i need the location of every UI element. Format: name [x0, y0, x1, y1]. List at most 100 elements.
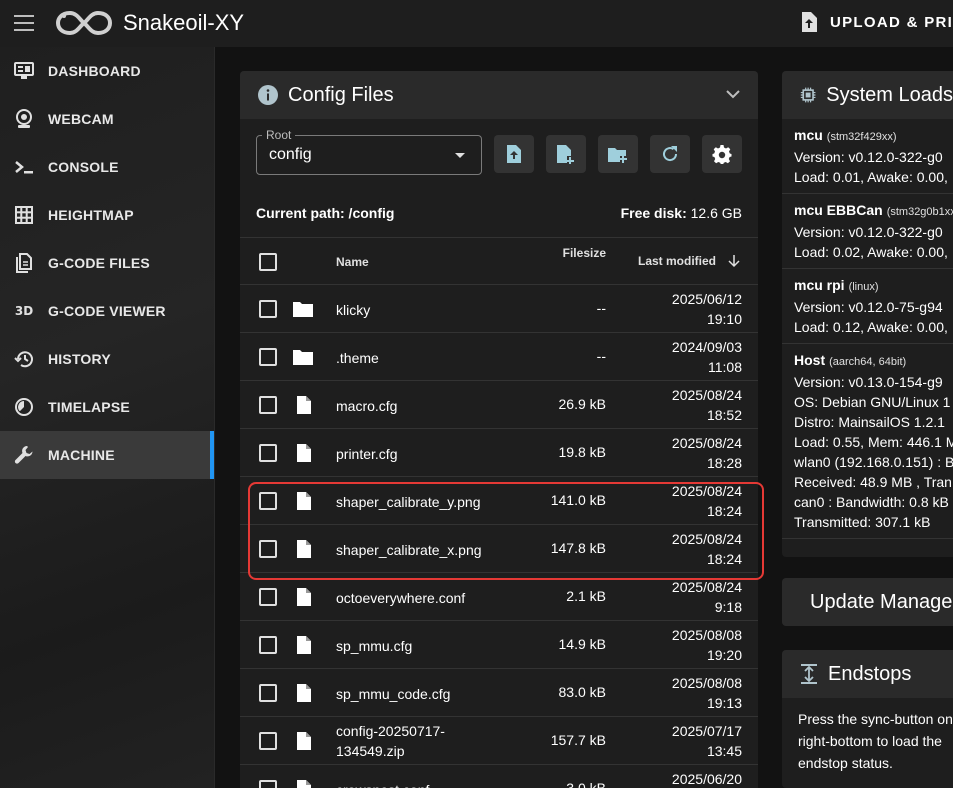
- file-name[interactable]: macro.cfg: [336, 396, 526, 416]
- row-checkbox[interactable]: [259, 780, 277, 788]
- mcu-info-line: Version: v0.12.0-322-g0: [794, 149, 943, 165]
- file-name[interactable]: klicky: [336, 300, 526, 320]
- modified-date: 2024/09/03: [671, 339, 742, 355]
- row-checkbox[interactable]: [259, 396, 277, 414]
- file-size: 3.0 kB: [566, 780, 606, 788]
- sidebar-item-machine[interactable]: MACHINE: [0, 431, 214, 479]
- file-name[interactable]: shaper_calibrate_x.png: [336, 540, 526, 560]
- mcu-info-line: Received: 48.9 MB , Tran: [794, 474, 952, 490]
- settings-button[interactable]: [702, 135, 742, 173]
- table-row[interactable]: macro.cfg 26.9 kB 2025/08/24 18:52: [240, 381, 758, 429]
- config-files-header[interactable]: Config Files: [240, 71, 758, 119]
- mcu-info-line: Load: 0.02, Awake: 0.00,: [794, 244, 948, 260]
- menu-icon[interactable]: [14, 15, 34, 31]
- file-name-line: sp_mmu_code.cfg: [336, 686, 451, 702]
- file-modified: 2025/08/24 18:28: [672, 433, 742, 473]
- table-row[interactable]: .theme -- 2024/09/03 11:08: [240, 333, 758, 381]
- file-size: 19.8 kB: [558, 444, 606, 460]
- chip-icon: [800, 87, 816, 103]
- mcu-block: mcu (stm32f429xx) Version: v0.12.0-322-g0 L…: [782, 119, 953, 194]
- sidebar-item-label: G-CODE VIEWER: [48, 303, 166, 319]
- table-row[interactable]: printer.cfg 19.8 kB 2025/08/24 18:28: [240, 429, 758, 477]
- endstops-header[interactable]: Endstops: [782, 650, 953, 698]
- endstops-message-line: right-bottom to load the: [798, 733, 942, 749]
- chevron-down-icon[interactable]: [726, 89, 740, 99]
- column-last-modified[interactable]: Last modified: [638, 254, 716, 268]
- row-checkbox[interactable]: [259, 540, 277, 558]
- mcu-chip: (aarch64, 64bit): [829, 356, 907, 368]
- file-name-line: config-20250717-: [336, 723, 445, 739]
- file-icon: [297, 444, 311, 462]
- table-row[interactable]: sp_mmu.cfg 14.9 kB 2025/08/08 19:20: [240, 621, 758, 669]
- sidebar-item-timelapse[interactable]: TIMELAPSE: [0, 383, 214, 431]
- table-row[interactable]: shaper_calibrate_x.png 147.8 kB 2025/08/24…: [240, 525, 758, 573]
- upload-file-button[interactable]: [494, 135, 534, 173]
- grid-icon: [14, 205, 34, 225]
- sidebar-item-label: TIMELAPSE: [48, 399, 130, 415]
- refresh-button[interactable]: [650, 135, 690, 173]
- history-icon: [14, 349, 34, 369]
- mcu-info-line: Version: v0.12.0-322-g0: [794, 224, 943, 240]
- free-disk-label: Free disk:: [620, 205, 687, 221]
- select-all-checkbox[interactable]: [259, 253, 277, 271]
- table-row[interactable]: crowsnest.conf 3.0 kB 2025/06/20: [240, 765, 758, 788]
- file-name-line: printer.cfg: [336, 446, 398, 462]
- sidebar-item-gcode-viewer[interactable]: 3D G-CODE VIEWER: [0, 287, 214, 335]
- file-name[interactable]: printer.cfg: [336, 444, 526, 464]
- sidebar-item-gcode-files[interactable]: G-CODE FILES: [0, 239, 214, 287]
- sidebar-item-heightmap[interactable]: HEIGHTMAP: [0, 191, 214, 239]
- row-checkbox[interactable]: [259, 732, 277, 750]
- row-checkbox[interactable]: [259, 444, 277, 462]
- row-checkbox[interactable]: [259, 684, 277, 702]
- row-checkbox[interactable]: [259, 300, 277, 318]
- table-row[interactable]: octoeverywhere.conf 2.1 kB 2025/08/24 9:18: [240, 573, 758, 621]
- table-row[interactable]: sp_mmu_code.cfg 83.0 kB 2025/08/08 19:13: [240, 669, 758, 717]
- row-checkbox[interactable]: [259, 348, 277, 366]
- row-checkbox[interactable]: [259, 492, 277, 510]
- upload-file-icon: [802, 12, 817, 32]
- file-name[interactable]: crowsnest.conf: [336, 780, 526, 788]
- sidebar-item-history[interactable]: HISTORY: [0, 335, 214, 383]
- file-name[interactable]: sp_mmu.cfg: [336, 636, 526, 656]
- table-row[interactable]: klicky -- 2025/06/12 19:10: [240, 285, 758, 333]
- file-name[interactable]: config-20250717- 134549.zip: [336, 721, 526, 761]
- table-row[interactable]: shaper_calibrate_y.png 141.0 kB 2025/08/24…: [240, 477, 758, 525]
- file-size: 83.0 kB: [558, 684, 606, 700]
- sidebar-item-label: CONSOLE: [48, 159, 119, 175]
- upload-print-button[interactable]: UPLOAD & PRINT: [800, 11, 953, 33]
- sidebar-item-console[interactable]: CONSOLE: [0, 143, 214, 191]
- mcu-block: Host (aarch64, 64bit) Version: v0.13.0-154…: [782, 344, 953, 539]
- column-name[interactable]: Name: [336, 255, 369, 269]
- mcu-block: mcu EBBCan (stm32g0b1xx) Version: v0.12.0-…: [782, 194, 953, 269]
- sidebar-item-webcam[interactable]: WEBCAM: [0, 95, 214, 143]
- arrow-down-icon[interactable]: [728, 254, 740, 268]
- file-name-line: .theme: [336, 350, 379, 366]
- endstops-message-line: endstop status.: [798, 755, 893, 771]
- table-header: Name Filesize Last modified: [240, 237, 758, 285]
- system-loads-header[interactable]: System Loads: [782, 71, 953, 119]
- logo: [56, 10, 112, 36]
- sidebar-item-label: DASHBOARD: [48, 63, 141, 79]
- file-name-line: macro.cfg: [336, 398, 398, 414]
- modified-date: 2025/08/08: [671, 675, 742, 691]
- file-name[interactable]: sp_mmu_code.cfg: [336, 684, 526, 704]
- file-name[interactable]: octoeverywhere.conf: [336, 588, 526, 608]
- file-upload-icon: [507, 145, 521, 163]
- create-file-button[interactable]: [546, 135, 586, 173]
- modified-time: 18:24: [706, 503, 742, 519]
- create-folder-button[interactable]: [598, 135, 638, 173]
- file-size: --: [596, 348, 606, 364]
- modified-time: 18:24: [706, 551, 742, 567]
- row-checkbox[interactable]: [259, 636, 277, 654]
- file-name[interactable]: .theme: [336, 348, 526, 368]
- update-manager-header[interactable]: Update Manager: [782, 578, 953, 626]
- file-icon: [297, 588, 311, 606]
- mcu-info-line: can0 : Bandwidth: 0.8 kB: [794, 494, 949, 510]
- row-checkbox[interactable]: [259, 588, 277, 606]
- sidebar-item-dashboard[interactable]: DASHBOARD: [0, 47, 214, 95]
- file-name[interactable]: shaper_calibrate_y.png: [336, 492, 526, 512]
- modified-date: 2025/08/24: [671, 483, 742, 499]
- current-path: Current path: /config: [256, 205, 395, 221]
- table-row[interactable]: config-20250717- 134549.zip 157.7 kB 2025/0…: [240, 717, 758, 765]
- column-filesize[interactable]: Filesize: [563, 246, 606, 260]
